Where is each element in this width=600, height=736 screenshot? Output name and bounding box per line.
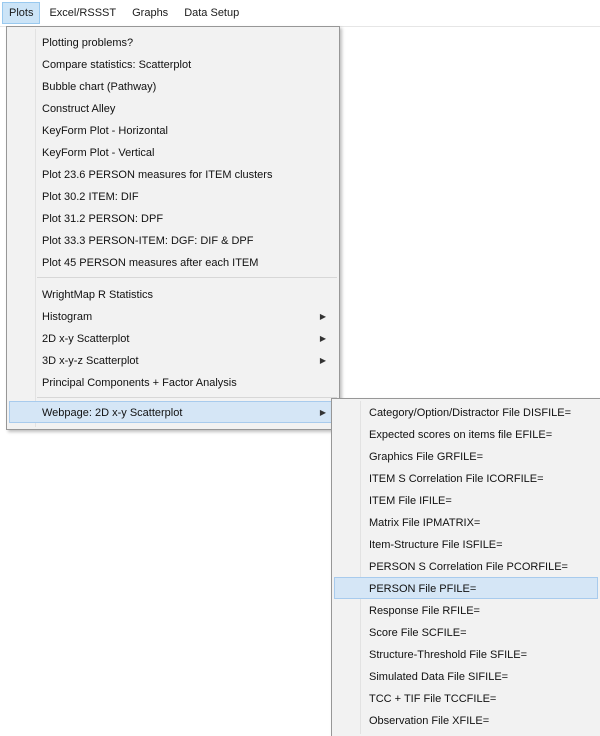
plots-menu: Plotting problems? Compare statistics: S… — [6, 26, 340, 430]
menu-item-label: Response File RFILE= — [369, 605, 480, 617]
menu-item-label: 3D x-y-z Scatterplot — [42, 355, 139, 367]
submenu-item-ipmatrix[interactable]: Matrix File IPMATRIX= — [334, 511, 598, 533]
menu-separator — [37, 397, 337, 398]
menu-item-label: Bubble chart (Pathway) — [42, 81, 157, 93]
webpage-scatterplot-submenu: Category/Option/Distractor File DISFILE=… — [331, 398, 600, 736]
menu-item-label: Plotting problems? — [42, 37, 134, 49]
submenu-item-disfile[interactable]: Category/Option/Distractor File DISFILE= — [334, 401, 598, 423]
menu-item-label: ITEM S Correlation File ICORFILE= — [369, 473, 544, 485]
submenu-item-isfile[interactable]: Item-Structure File ISFILE= — [334, 533, 598, 555]
submenu-item-pfile[interactable]: PERSON File PFILE= — [334, 577, 598, 599]
menu-item-label: Construct Alley — [42, 103, 116, 115]
submenu-item-xfile[interactable]: Observation File XFILE= — [334, 709, 598, 731]
menu-item-label: Plot 33.3 PERSON-ITEM: DGF: DIF & DPF — [42, 235, 254, 247]
submenu-item-efile[interactable]: Expected scores on items file EFILE= — [334, 423, 598, 445]
submenu-item-sifile[interactable]: Simulated Data File SIFILE= — [334, 665, 598, 687]
menu-item-plot-23-6[interactable]: Plot 23.6 PERSON measures for ITEM clust… — [9, 163, 337, 185]
menu-item-compare-statistics[interactable]: Compare statistics: Scatterplot — [9, 53, 337, 75]
menu-item-plot-30-2[interactable]: Plot 30.2 ITEM: DIF — [9, 185, 337, 207]
menu-item-bubble-chart[interactable]: Bubble chart (Pathway) — [9, 75, 337, 97]
menu-item-principal-components[interactable]: Principal Components + Factor Analysis — [9, 371, 337, 393]
menu-item-label: Expected scores on items file EFILE= — [369, 429, 553, 441]
menu-separator — [37, 277, 337, 278]
menu-item-label: WrightMap R Statistics — [42, 289, 154, 301]
menu-item-plot-31-2[interactable]: Plot 31.2 PERSON: DPF — [9, 207, 337, 229]
menu-item-label: Plot 23.6 PERSON measures for ITEM clust… — [42, 169, 273, 181]
menubar-data-setup[interactable]: Data Setup — [177, 2, 246, 24]
menu-item-keyform-horizontal[interactable]: KeyForm Plot - Horizontal — [9, 119, 337, 141]
chevron-right-icon: ▶ — [319, 312, 326, 321]
chevron-right-icon: ▶ — [319, 356, 326, 365]
chevron-right-icon: ▶ — [319, 334, 326, 343]
menu-item-label: Webpage: 2D x-y Scatterplot — [42, 407, 183, 419]
menu-item-plot-33-3[interactable]: Plot 33.3 PERSON-ITEM: DGF: DIF & DPF — [9, 229, 337, 251]
app-window: Plots Excel/RSSST Graphs Data Setup Plot… — [0, 0, 600, 736]
menubar-graphs[interactable]: Graphs — [125, 2, 175, 24]
menubar-plots[interactable]: Plots — [2, 2, 41, 24]
menu-item-label: Plot 45 PERSON measures after each ITEM — [42, 257, 259, 269]
submenu-item-sfile[interactable]: Structure-Threshold File SFILE= — [334, 643, 598, 665]
menu-item-label: Category/Option/Distractor File DISFILE= — [369, 407, 572, 419]
menu-item-label: Histogram — [42, 311, 93, 323]
menu-item-label: PERSON File PFILE= — [369, 583, 477, 595]
submenu-item-pcorfile[interactable]: PERSON S Correlation File PCORFILE= — [334, 555, 598, 577]
menu-item-webpage-2d-scatterplot[interactable]: Webpage: 2D x-y Scatterplot ▶ — [9, 401, 337, 423]
submenu-item-scfile[interactable]: Score File SCFILE= — [334, 621, 598, 643]
menu-item-label: Structure-Threshold File SFILE= — [369, 649, 528, 661]
submenu-item-ifile[interactable]: ITEM File IFILE= — [334, 489, 598, 511]
menu-item-keyform-vertical[interactable]: KeyForm Plot - Vertical — [9, 141, 337, 163]
menubar-excel-rssst[interactable]: Excel/RSSST — [42, 2, 123, 24]
menu-item-wrightmap[interactable]: WrightMap R Statistics — [9, 283, 337, 305]
menu-item-label: Item-Structure File ISFILE= — [369, 539, 503, 551]
menu-item-label: ITEM File IFILE= — [369, 495, 452, 507]
menu-bar: Plots Excel/RSSST Graphs Data Setup — [0, 0, 600, 27]
menu-item-label: 2D x-y Scatterplot — [42, 333, 130, 345]
submenu-item-tccfile[interactable]: TCC + TIF File TCCFILE= — [334, 687, 598, 709]
submenu-item-rfile[interactable]: Response File RFILE= — [334, 599, 598, 621]
menu-item-label: Graphics File GRFILE= — [369, 451, 484, 463]
menu-item-label: KeyForm Plot - Vertical — [42, 147, 155, 159]
menu-item-label: KeyForm Plot - Horizontal — [42, 125, 168, 137]
submenu-item-grfile[interactable]: Graphics File GRFILE= — [334, 445, 598, 467]
menu-item-label: Compare statistics: Scatterplot — [42, 59, 192, 71]
chevron-right-icon: ▶ — [319, 408, 326, 417]
menu-item-label: Plot 31.2 PERSON: DPF — [42, 213, 164, 225]
menu-item-label: Matrix File IPMATRIX= — [369, 517, 481, 529]
menu-item-construct-alley[interactable]: Construct Alley — [9, 97, 337, 119]
menu-item-plotting-problems[interactable]: Plotting problems? — [9, 31, 337, 53]
submenu-item-icorfile[interactable]: ITEM S Correlation File ICORFILE= — [334, 467, 598, 489]
menu-item-histogram[interactable]: Histogram ▶ — [9, 305, 337, 327]
menu-item-label: Principal Components + Factor Analysis — [42, 377, 237, 389]
menu-item-label: Simulated Data File SIFILE= — [369, 671, 509, 683]
menu-item-2d-scatterplot[interactable]: 2D x-y Scatterplot ▶ — [9, 327, 337, 349]
menu-item-label: PERSON S Correlation File PCORFILE= — [369, 561, 568, 573]
menu-item-label: Score File SCFILE= — [369, 627, 467, 639]
menu-item-3d-scatterplot[interactable]: 3D x-y-z Scatterplot ▶ — [9, 349, 337, 371]
menu-item-plot-45[interactable]: Plot 45 PERSON measures after each ITEM — [9, 251, 337, 273]
menu-item-label: TCC + TIF File TCCFILE= — [369, 693, 497, 705]
menu-item-label: Plot 30.2 ITEM: DIF — [42, 191, 139, 203]
menu-item-label: Observation File XFILE= — [369, 715, 490, 727]
